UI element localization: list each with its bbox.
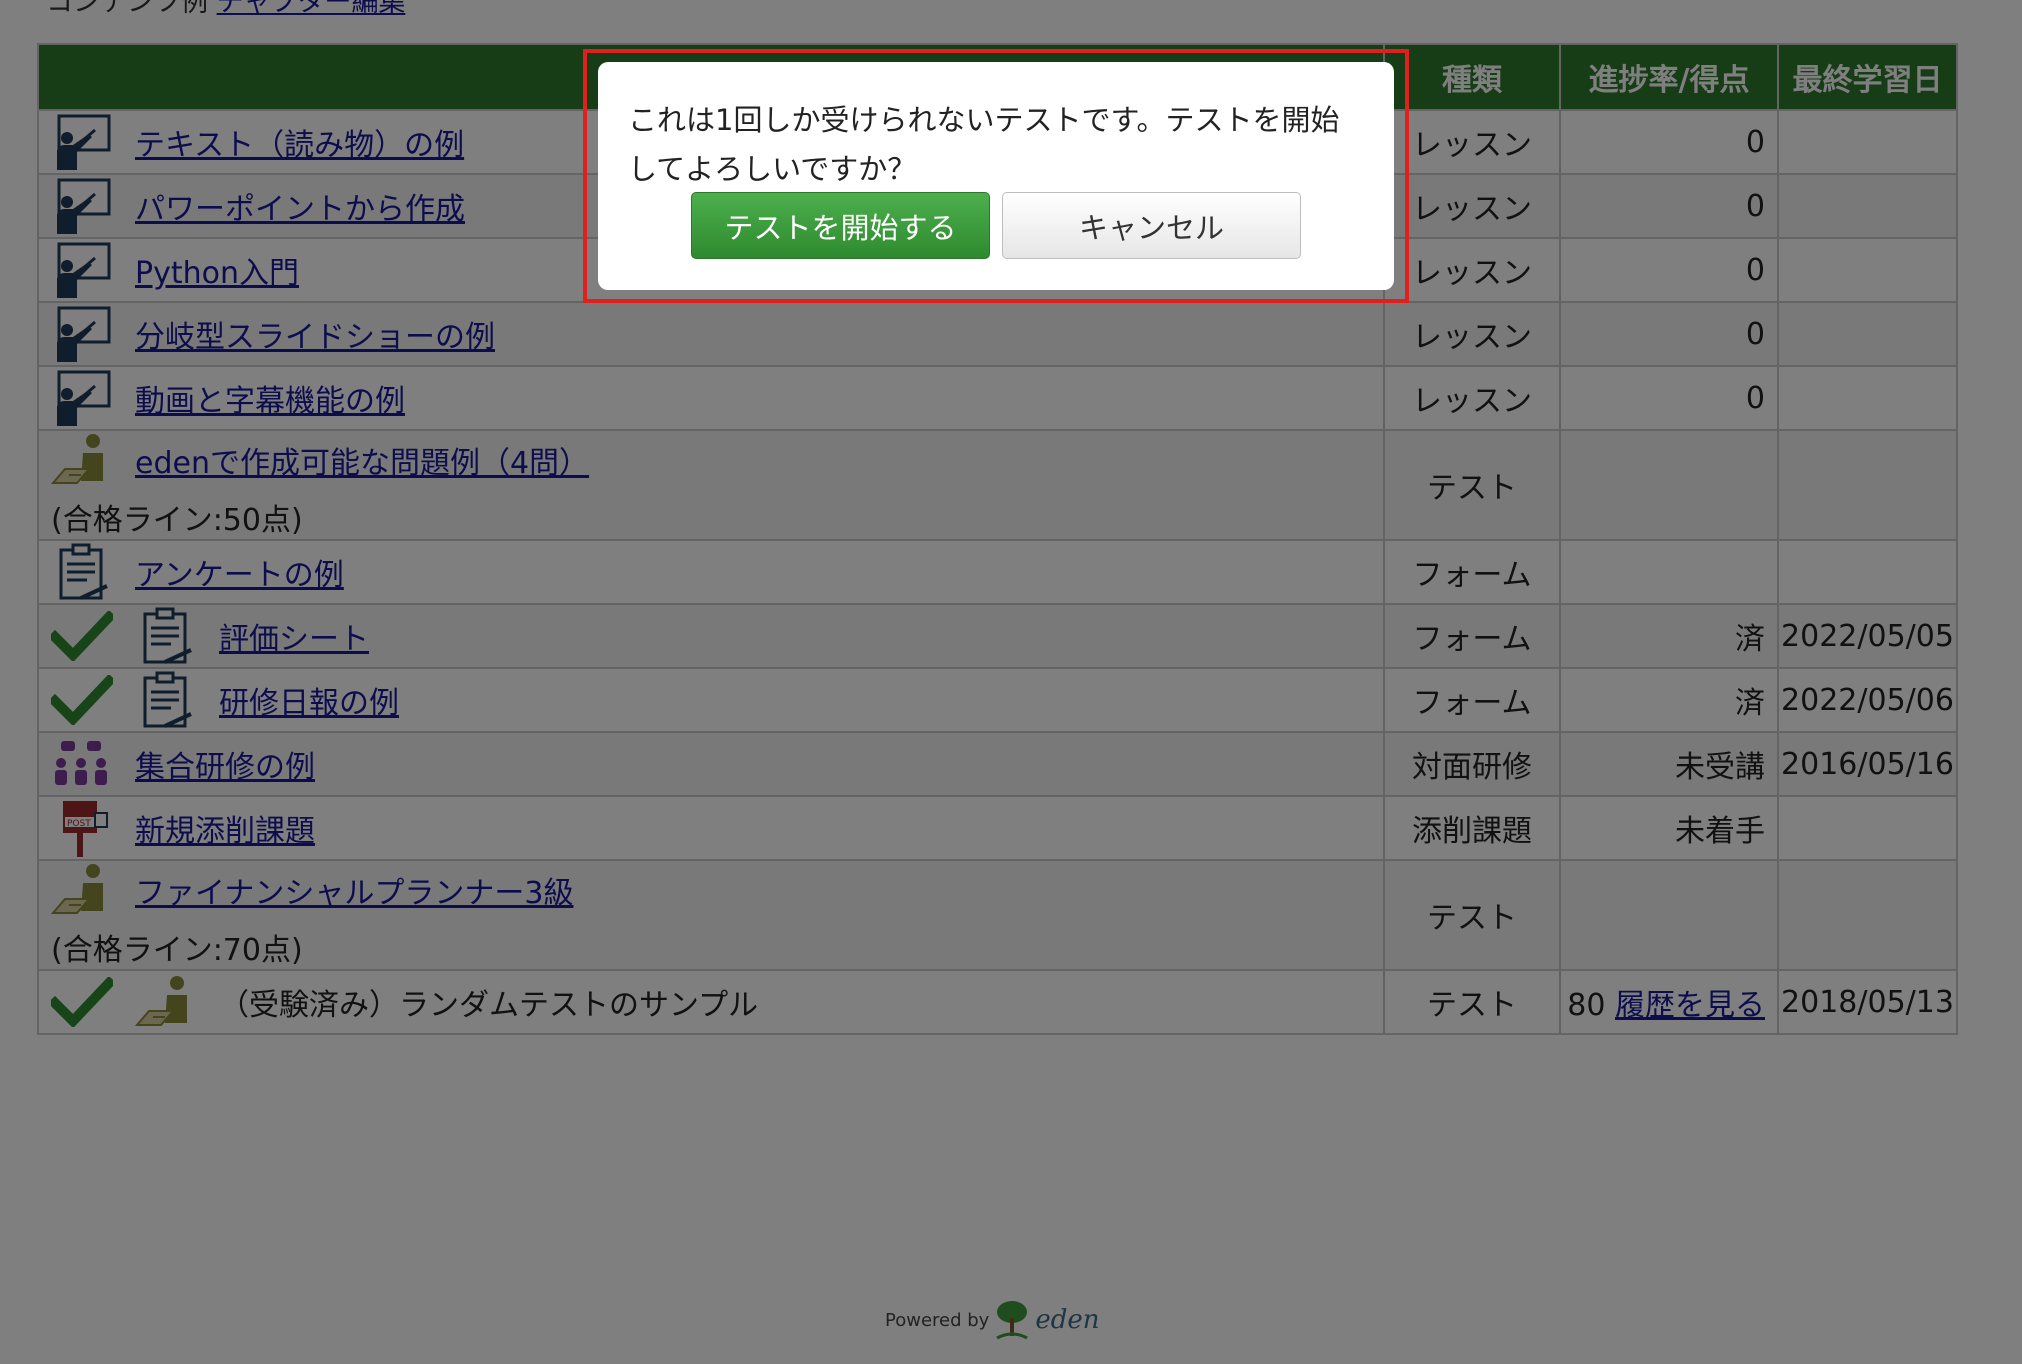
- dialog-buttons: テストを開始する キャンセル: [691, 192, 1301, 259]
- start-test-button[interactable]: テストを開始する: [691, 192, 990, 259]
- cancel-button[interactable]: キャンセル: [1002, 192, 1301, 259]
- confirm-dialog: これは1回しか受けられないテストです。テストを開始してよろしいですか？ テストを…: [598, 62, 1394, 290]
- dialog-message: これは1回しか受けられないテストです。テストを開始してよろしいですか？: [628, 103, 1340, 186]
